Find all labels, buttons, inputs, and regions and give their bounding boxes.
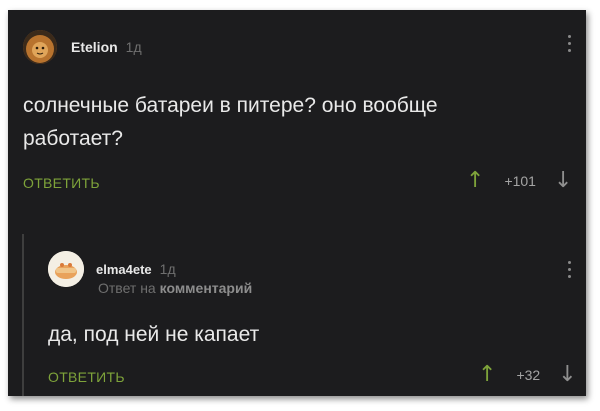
- lion-avatar-icon[interactable]: [23, 30, 57, 64]
- vote-count: +32: [516, 366, 541, 383]
- arrow-up-icon[interactable]: ↑: [478, 362, 496, 387]
- reply-button[interactable]: ОТВЕТИТЬ: [23, 175, 100, 191]
- reply-author-row: elma4ete 1д: [96, 261, 176, 277]
- reply-button[interactable]: ОТВЕТИТЬ: [48, 369, 125, 385]
- reply-text: да, под ней не капает: [48, 323, 260, 346]
- comment-author[interactable]: Etelion: [71, 39, 118, 55]
- comment-header: Etelion 1д: [23, 30, 142, 64]
- arrow-down-icon[interactable]: ↓: [554, 168, 572, 193]
- reply-time: 1д: [159, 261, 176, 277]
- cartoon-avatar-icon[interactable]: [48, 251, 84, 287]
- vote-controls: ↑ +32 ↓: [478, 362, 577, 387]
- comment-time: 1д: [125, 39, 142, 55]
- reply-meta-target[interactable]: комментарий: [160, 280, 253, 296]
- reply-author-block: elma4ete 1д: [96, 261, 176, 277]
- comment-text-line: солнечные батареи в питере? оно вообще: [23, 94, 438, 117]
- arrow-up-icon[interactable]: ↑: [466, 168, 484, 193]
- comment-thread: Etelion 1д солнечные батареи в питере? о…: [8, 10, 586, 396]
- comment-text: солнечные батареи в питере? оно вообще р…: [23, 89, 438, 155]
- reply-author[interactable]: elma4ete: [96, 262, 152, 277]
- comment-text-line: работает?: [23, 127, 123, 150]
- arrow-down-icon[interactable]: ↓: [558, 362, 576, 387]
- thread-line: [22, 234, 24, 396]
- more-vertical-icon[interactable]: [566, 35, 572, 52]
- reply-meta: Ответ на комментарий: [98, 280, 252, 296]
- reply-meta-prefix: Ответ на: [98, 280, 156, 296]
- vote-count: +101: [504, 172, 536, 189]
- more-vertical-icon[interactable]: [566, 261, 572, 278]
- vote-controls: ↑ +101 ↓: [466, 168, 572, 193]
